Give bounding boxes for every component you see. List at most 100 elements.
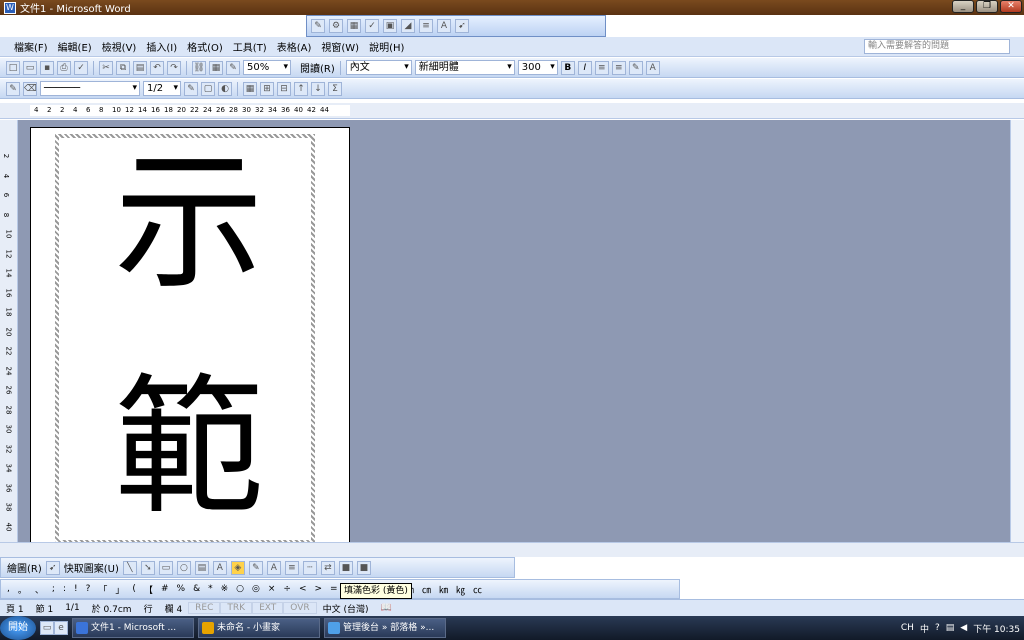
symbol-button[interactable]: , bbox=[7, 584, 10, 594]
new-icon[interactable]: □ bbox=[6, 60, 20, 75]
sort-desc-icon[interactable]: ↓ bbox=[311, 81, 325, 96]
task-paint[interactable]: 未命名 - 小畫家 bbox=[198, 618, 320, 638]
document-page[interactable]: 示 範 bbox=[30, 127, 350, 547]
symbol-button[interactable]: < bbox=[299, 584, 307, 594]
select-objects-icon[interactable]: ➹ bbox=[45, 560, 60, 575]
document-char-1[interactable]: 示 bbox=[99, 133, 279, 313]
symbol-button[interactable]: × bbox=[268, 584, 276, 594]
border-color-icon[interactable]: ✎ bbox=[184, 81, 198, 96]
symbol-button[interactable]: * bbox=[208, 584, 213, 594]
menu-tools[interactable]: 工具(T) bbox=[233, 39, 267, 54]
oval-icon[interactable]: ○ bbox=[176, 560, 191, 575]
vertical-ruler[interactable]: 2 4 6 8 10 12 14 16 18 20 22 24 26 28 30 32 34 36 38 40 bbox=[0, 120, 18, 542]
read-button[interactable]: 閱讀(R) bbox=[300, 60, 335, 75]
italic-button[interactable]: I bbox=[577, 60, 592, 75]
symbol-button[interactable]: & bbox=[193, 584, 200, 594]
language-indicator[interactable]: CH bbox=[901, 623, 914, 633]
ime-indicator[interactable]: 中 bbox=[920, 622, 929, 635]
menu-insert[interactable]: 插入(I) bbox=[146, 39, 177, 54]
line-icon[interactable]: ╲ bbox=[122, 560, 137, 575]
symbol-button[interactable]: ( bbox=[132, 584, 136, 594]
symbol-button[interactable]: 【 bbox=[144, 583, 153, 596]
symbol-button[interactable]: ; bbox=[52, 584, 55, 594]
symbol-button[interactable]: ○ bbox=[236, 584, 244, 594]
spelling-icon[interactable]: ✓ bbox=[74, 60, 88, 75]
table-icon[interactable]: ▦ bbox=[209, 60, 223, 75]
font-size-select[interactable]: 300 bbox=[517, 60, 558, 75]
borders-icon[interactable]: ▢ bbox=[201, 81, 215, 96]
zoom-select[interactable]: 50% bbox=[243, 60, 291, 75]
textbox-icon[interactable]: ▤ bbox=[194, 560, 209, 575]
hyperlink-icon[interactable]: ⛓ bbox=[192, 60, 206, 75]
menu-file[interactable]: 檔案(F) bbox=[14, 39, 48, 54]
open-icon[interactable]: ▭ bbox=[23, 60, 37, 75]
shape-icon[interactable]: ◢ bbox=[401, 19, 415, 33]
symbol-button[interactable]: ㏄ bbox=[473, 583, 482, 596]
line-style-select[interactable]: ────── bbox=[40, 81, 140, 96]
tool-icon[interactable]: ⚙ bbox=[329, 19, 343, 33]
symbol-button[interactable]: = bbox=[330, 584, 338, 594]
font-color-icon[interactable]: A bbox=[645, 60, 660, 75]
symbol-button[interactable]: ? bbox=[86, 584, 91, 594]
text-a-icon[interactable]: A bbox=[437, 19, 451, 33]
status-trk[interactable]: TRK bbox=[220, 602, 253, 614]
split-cells-icon[interactable]: ⊟ bbox=[277, 81, 291, 96]
text-box[interactable]: 示 範 bbox=[55, 134, 315, 544]
close-button[interactable]: ✕ bbox=[1000, 0, 1022, 13]
print-icon[interactable]: ⎙ bbox=[57, 60, 71, 75]
wordart-icon[interactable]: A bbox=[212, 560, 227, 575]
merge-cells-icon[interactable]: ⊞ bbox=[260, 81, 274, 96]
highlight-icon[interactable]: ✎ bbox=[628, 60, 643, 75]
help-search-input[interactable]: 輸入需要解答的問題 bbox=[864, 39, 1010, 54]
paste-icon[interactable]: ▤ bbox=[133, 60, 147, 75]
draw-table-icon[interactable]: ✎ bbox=[6, 81, 20, 96]
symbol-button[interactable]: > bbox=[315, 584, 323, 594]
symbol-button[interactable]: 。 bbox=[18, 583, 27, 596]
symbol-button[interactable]: ÷ bbox=[283, 584, 291, 594]
align-center-icon[interactable]: ≡ bbox=[611, 60, 626, 75]
show-desktop-icon[interactable]: ▭ bbox=[40, 621, 54, 635]
restore-button[interactable]: ❐ bbox=[976, 0, 998, 13]
menu-edit[interactable]: 編輯(E) bbox=[58, 39, 92, 54]
font-select[interactable]: 新細明體 bbox=[414, 60, 515, 75]
image-icon[interactable]: ▣ bbox=[383, 19, 397, 33]
symbol-button[interactable]: ! bbox=[74, 584, 78, 594]
menu-table[interactable]: 表格(A) bbox=[277, 39, 312, 54]
clock[interactable]: 下午 10:35 bbox=[973, 622, 1020, 635]
menu-format[interactable]: 格式(O) bbox=[187, 39, 223, 54]
horizontal-scrollbar[interactable] bbox=[0, 542, 1024, 557]
bold-button[interactable]: B bbox=[560, 60, 575, 75]
font-color-draw-icon[interactable]: A bbox=[266, 560, 281, 575]
symbol-button[interactable]: : bbox=[63, 584, 66, 594]
vertical-scrollbar[interactable] bbox=[1010, 120, 1024, 542]
edit-icon[interactable]: ✎ bbox=[311, 19, 325, 33]
dash-style-icon[interactable]: ┄ bbox=[302, 560, 317, 575]
menu-view[interactable]: 檢視(V) bbox=[102, 39, 137, 54]
insert-table-icon[interactable]: ▦ bbox=[243, 81, 257, 96]
line-style-icon[interactable]: ≡ bbox=[284, 560, 299, 575]
align-left-icon[interactable]: ≡ bbox=[594, 60, 609, 75]
menu-help[interactable]: 說明(H) bbox=[369, 39, 404, 54]
line-color-icon[interactable]: ✎ bbox=[248, 560, 263, 575]
minimize-button[interactable]: _ bbox=[952, 0, 974, 13]
check-icon[interactable]: ✓ bbox=[365, 19, 379, 33]
volume-icon[interactable]: ◀ bbox=[960, 623, 967, 633]
symbol-button[interactable]: ◎ bbox=[252, 584, 260, 594]
help-icon[interactable]: ? bbox=[935, 623, 940, 633]
undo-icon[interactable]: ↶ bbox=[150, 60, 164, 75]
task-word[interactable]: 文件1 - Microsoft ... bbox=[72, 618, 194, 638]
symbol-button[interactable]: 「 bbox=[98, 583, 107, 596]
task-browser[interactable]: 管理後台 » 部落格 »... bbox=[324, 618, 446, 638]
ie-icon[interactable]: e bbox=[54, 621, 68, 635]
copy-icon[interactable]: ⧉ bbox=[116, 60, 130, 75]
document-char-2[interactable]: 範 bbox=[99, 358, 279, 538]
symbol-button[interactable]: % bbox=[177, 584, 186, 594]
rectangle-icon[interactable]: ▭ bbox=[158, 560, 173, 575]
save-icon[interactable]: ▪ bbox=[40, 60, 54, 75]
network-icon[interactable]: ▤ bbox=[946, 623, 955, 633]
status-ext[interactable]: EXT bbox=[252, 602, 284, 614]
cut-icon[interactable]: ✂ bbox=[99, 60, 113, 75]
drawing-icon[interactable]: ✎ bbox=[226, 60, 240, 75]
symbol-button[interactable]: ㎏ bbox=[456, 583, 465, 596]
redo-icon[interactable]: ↷ bbox=[167, 60, 181, 75]
